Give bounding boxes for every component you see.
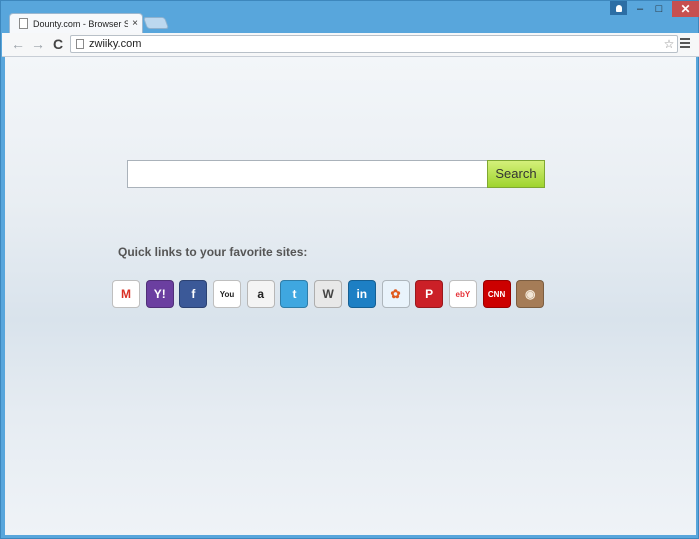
reload-icon[interactable]: C <box>50 36 66 52</box>
back-arrow-icon[interactable]: ← <box>10 36 26 52</box>
new-tab-button[interactable] <box>142 17 170 29</box>
youtube-icon[interactable]: You <box>213 280 242 308</box>
quick-links-row: M Y! f You a t Win ✿ PebY CNN ◉ <box>112 280 550 308</box>
quick-links-title: Quick links to your favorite sites: <box>118 245 308 259</box>
tab-title: Dounty.com - Browser Se <box>33 18 128 29</box>
toolbar: ← → C zwiiky.com ☆ <box>2 33 699 57</box>
search-button[interactable]: Search <box>487 160 545 188</box>
browser-window: Dounty.com - Browser Se × – □ ✕ ← → C zw… <box>0 0 699 539</box>
twitter-icon[interactable]: t <box>280 280 309 308</box>
wikipedia-icon[interactable]: W <box>314 280 343 308</box>
amazon-icon[interactable]: a <box>246 280 275 308</box>
address-bar[interactable]: zwiiky.com ☆ <box>70 35 678 53</box>
instagram-icon[interactable]: ◉ <box>516 280 545 308</box>
msn-icon[interactable]: ✿ <box>381 280 410 308</box>
browser-tab[interactable]: Dounty.com - Browser Se × <box>9 13 143 33</box>
facebook-icon[interactable]: f <box>179 280 208 308</box>
menu-icon[interactable] <box>680 38 690 50</box>
gmail-icon[interactable]: M <box>112 280 140 308</box>
close-tab-icon[interactable]: × <box>128 18 142 29</box>
forward-arrow-icon[interactable]: → <box>30 36 46 52</box>
maximize-button[interactable]: □ <box>649 1 669 17</box>
minimize-button[interactable]: – <box>631 1 649 17</box>
user-icon[interactable] <box>610 1 627 15</box>
page-icon <box>76 39 84 49</box>
linkedin-icon[interactable]: in <box>347 280 376 308</box>
search-input[interactable] <box>127 160 488 188</box>
ebay-icon[interactable]: ebY <box>448 280 477 308</box>
pinterest-icon[interactable]: P <box>415 280 444 308</box>
star-icon[interactable]: ☆ <box>661 37 677 51</box>
url-text[interactable]: zwiiky.com <box>89 38 661 50</box>
close-window-button[interactable]: ✕ <box>672 1 699 17</box>
page-content: Search Quick links to your favorite site… <box>5 57 696 535</box>
yahoo-icon[interactable]: Y! <box>145 280 174 308</box>
cnn-icon[interactable]: CNN <box>482 280 511 308</box>
page-icon <box>19 18 28 29</box>
